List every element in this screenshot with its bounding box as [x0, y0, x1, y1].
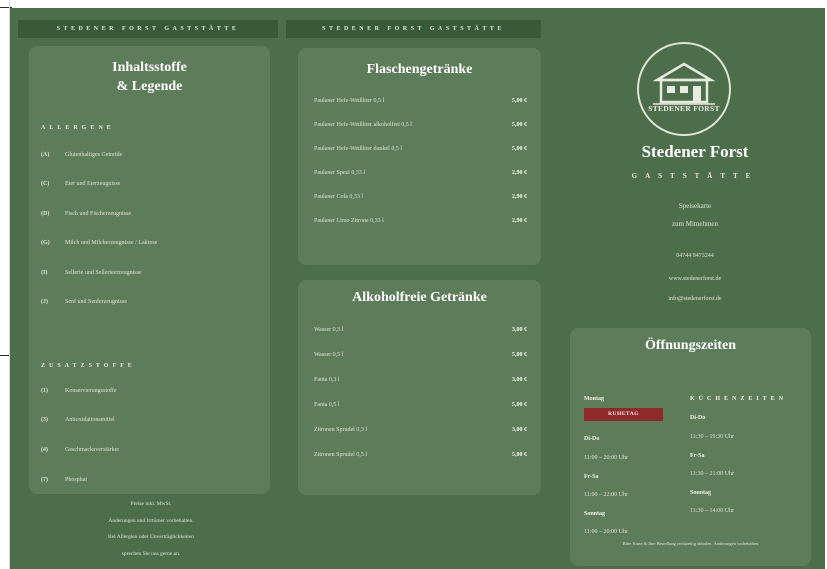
brand-tagline1: Speisekarte: [678, 202, 712, 210]
logo: STEDENER FORST: [637, 42, 731, 136]
soft-drinks-panel: Alkoholfreie Getränke Wasser 0,3 l 3,00 €…: [298, 280, 541, 495]
opening-day: Fr-Sa: [584, 474, 599, 480]
legend-title-line2: & Legende: [116, 79, 183, 94]
bottled-drinks-panel: Flaschengetränke Paulaner Hefe-Weißbier …: [298, 48, 541, 265]
ruhetag-badge: RUHETAG: [584, 408, 663, 421]
brand-website: www.stedenerforst.de: [668, 276, 722, 282]
house-logo-icon: [652, 62, 716, 105]
allergen-row: (G) Milch und Milcherzeugnisse / Laktose: [41, 240, 158, 246]
additive-row: (3) Antioxidationsmittel: [41, 417, 115, 423]
soft-drinks-title: Alkoholfreie Getränke: [352, 290, 487, 305]
kitchen-hours-heading: KÜCHENZEITEN: [690, 396, 788, 402]
allergens-heading: ALLERGENE: [41, 125, 115, 131]
allergen-row: (A) Glutenhaltiges Getreide: [41, 152, 123, 158]
kitchen-day: Sonntag: [690, 490, 712, 496]
legend-panel: Inhaltsstoffe & Legende ALLERGENE (A) Glu…: [29, 46, 270, 494]
allergen-row: (I) Sellerie und Sellerieerzeugnisse: [41, 270, 142, 276]
footer-note-line4: sprechen Sie uns gerne an.: [121, 551, 181, 557]
footer-note-line1: Preise inkl. MwSt.: [130, 501, 172, 507]
opening-day: Di-Do: [584, 436, 600, 442]
opening-time: 11:00 – 22:00 Uhr: [584, 492, 628, 498]
additive-row: (7) Phosphat: [41, 477, 88, 483]
header-bar-middle: STEDENER FORST GASTSTÄTTE: [286, 20, 541, 38]
footer-note-line2: Änderungen und Irrtümer vorbehalten.: [108, 518, 194, 524]
brand-subtitle: GASTSTÄTTE: [631, 172, 759, 180]
allergen-row: (J) Senf und Senferzeugnisse: [41, 299, 127, 305]
brand-phone: 04744 9473244: [676, 253, 714, 259]
kitchen-day: Fr-Sa: [690, 453, 705, 459]
allergen-row: (C) Eier und Eierzeugnisse: [41, 181, 121, 187]
brand-name: Stedener Forst: [641, 142, 749, 161]
opening-day-monday: Montag: [584, 396, 604, 402]
kitchen-time: 11:30 – 19:30 Uhr: [690, 434, 734, 440]
opening-hours-footer: Bitte Karte & Ihre Bestellung rechtzeiti…: [622, 541, 760, 546]
logo-text: STEDENER FORST: [648, 104, 720, 113]
additives-heading: ZUSATZSTOFFE: [41, 363, 136, 369]
opening-hours-title: Öffnungszeiten: [645, 338, 736, 353]
opening-time: 11:00 – 20:00 Uhr: [584, 529, 628, 535]
kitchen-day: Di-Do: [690, 415, 706, 421]
header-bar-left: STEDENER FORST GASTSTÄTTE: [18, 20, 278, 38]
brand-tagline2: zum Mitnehmen: [671, 220, 719, 228]
kitchen-time: 11:30 – 21:00 Uhr: [690, 471, 734, 477]
footer-note-line3: Bei Allergien oder Unverträglichkeiten: [108, 534, 194, 540]
legend-title-line1: Inhaltsstoffe: [112, 60, 187, 75]
bottled-drinks-title: Flaschengetränke: [366, 62, 473, 77]
allergen-row: (D) Fisch und Fischerzeugnisse: [41, 211, 131, 217]
opening-time: 11:00 – 20:00 Uhr: [584, 455, 628, 461]
kitchen-time: 11:30 – 14:00 Uhr: [690, 508, 734, 514]
brand-email: info@stedenerforst.de: [668, 296, 722, 302]
additive-row: (4) Geschmacksverstärker: [41, 447, 120, 453]
opening-day: Sonntag: [584, 511, 606, 517]
additive-row: (1) Konservierungsstoffe: [41, 388, 117, 394]
menu-page: STEDENER FORST GASTSTÄTTE STEDENER FORST…: [10, 8, 825, 569]
